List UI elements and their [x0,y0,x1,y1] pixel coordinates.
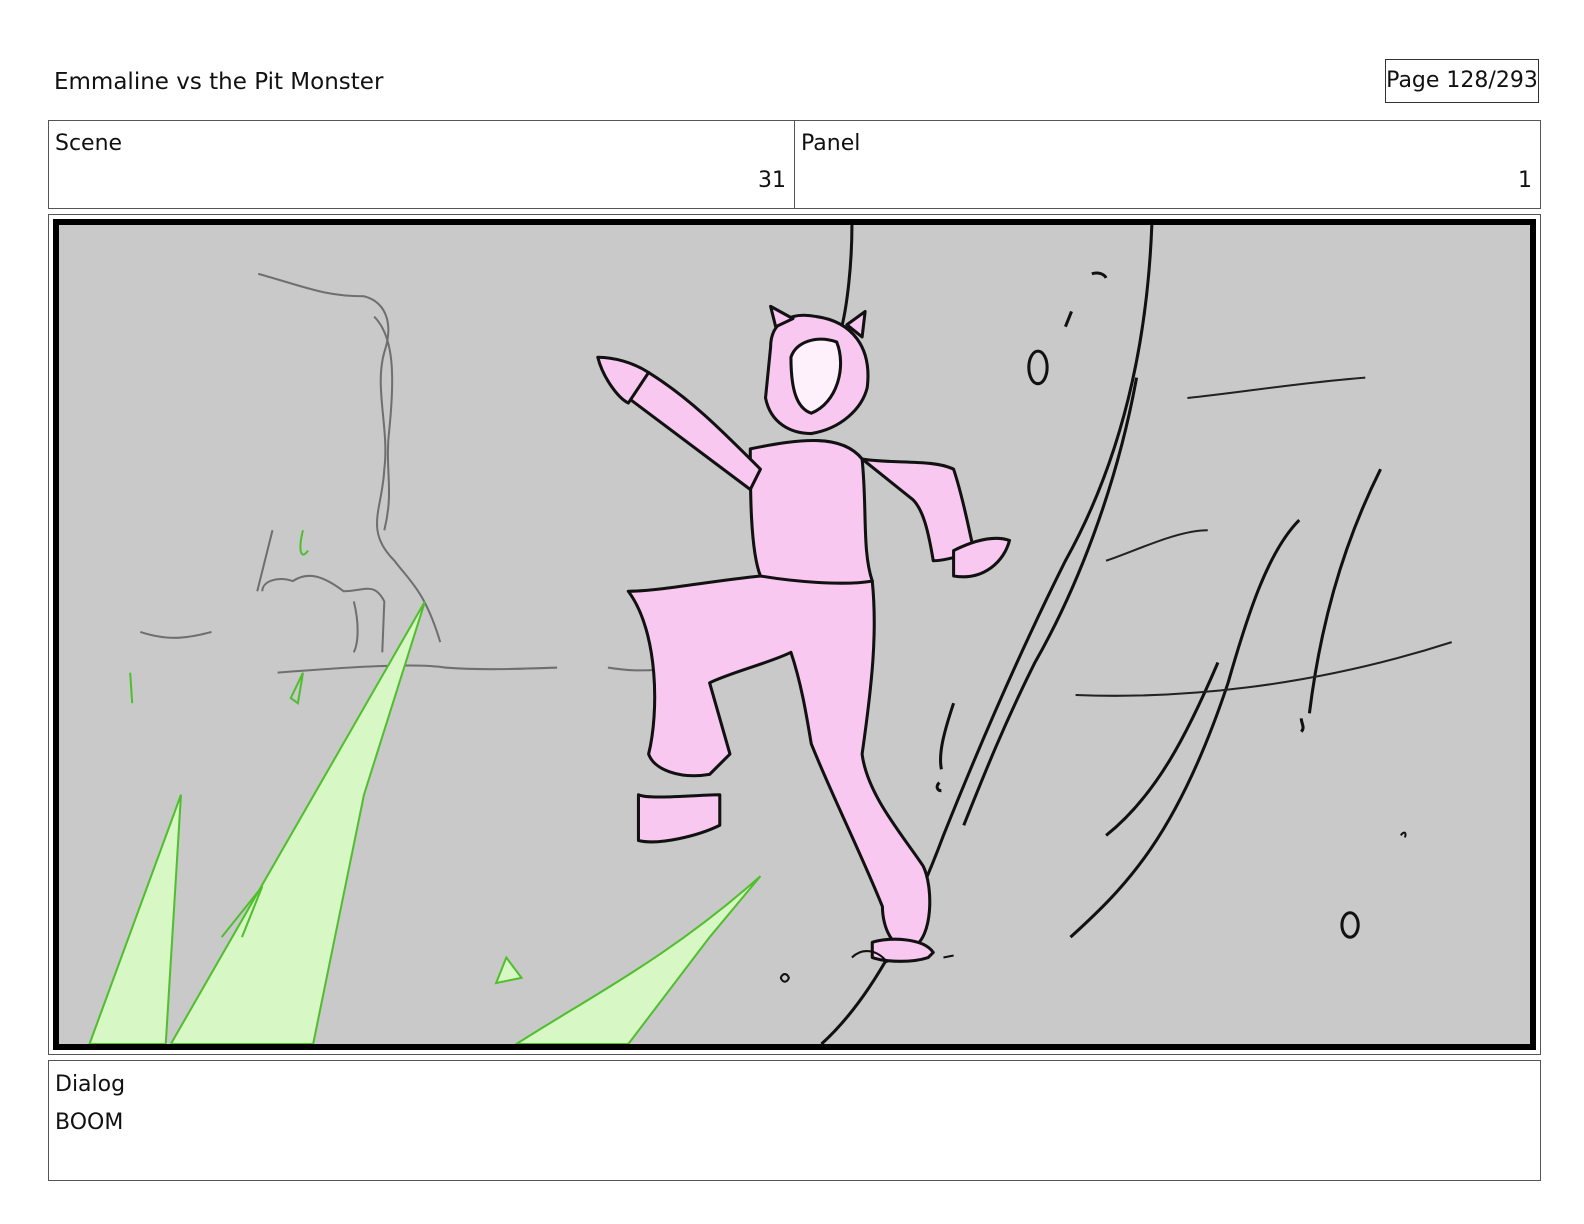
scene-number: 31 [758,168,786,193]
panel-number: 1 [1518,168,1532,193]
panel-label: Panel [801,131,861,156]
dialog-box: Dialog BOOM [48,1060,1541,1181]
scene-cell: Scene 31 [49,121,794,208]
storyboard-frame [48,214,1541,1055]
panel-cell: Panel 1 [794,121,1540,208]
dialog-text: BOOM [55,1110,124,1135]
background-rocks [140,272,711,674]
dialog-label: Dialog [55,1072,126,1097]
storyboard-title: Emmaline vs the Pit Monster [54,69,384,95]
panel-artwork [53,219,1536,1050]
sketch-illustration [88,225,1453,1044]
emmaline-figure [596,304,1012,963]
scene-label: Scene [55,131,123,156]
scene-panel-row: Scene 31 Panel 1 [48,120,1541,209]
page-number: Page 128/293 [1385,59,1539,103]
